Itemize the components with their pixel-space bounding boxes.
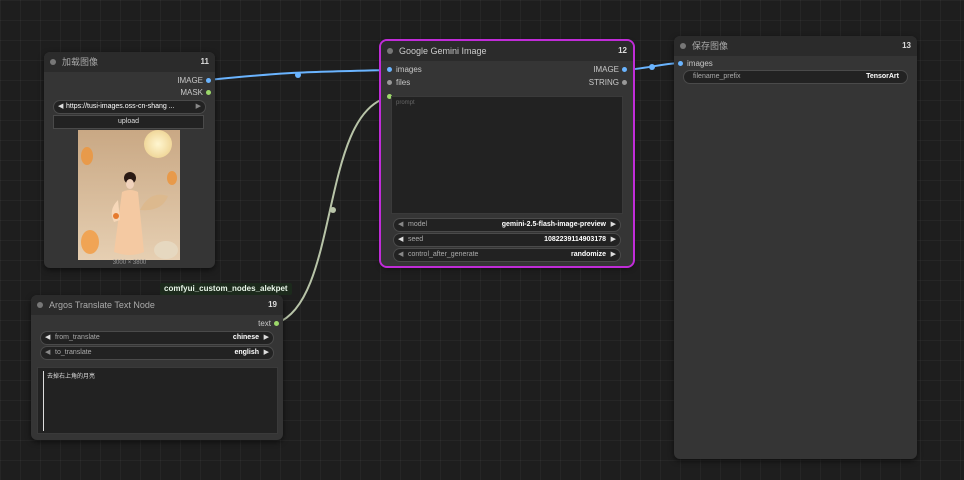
input-pin-icon[interactable] <box>387 80 392 85</box>
gemini-image-node[interactable]: Google Gemini Image 12 images files IMAG… <box>379 39 635 268</box>
arrow-left-icon[interactable]: ◀ <box>398 234 403 246</box>
control-value: randomize <box>570 251 606 258</box>
arrow-left-icon[interactable]: ◀ <box>45 347 50 359</box>
seed-widget[interactable]: ◀ seed 1082239114903178 ▶ <box>393 233 621 247</box>
image-select-widget[interactable]: ◀ https://tusi-images.oss-cn-shang ... ▶ <box>53 100 206 114</box>
output-string[interactable]: STRING <box>589 78 627 88</box>
control-label: control_after_generate <box>408 251 479 258</box>
model-label: model <box>408 221 428 228</box>
image-preview-art <box>78 130 180 260</box>
link-text-to-prompt[interactable] <box>276 96 391 324</box>
input-images[interactable]: images <box>678 59 713 69</box>
arrow-left-icon[interactable]: ◀ <box>45 332 50 344</box>
link-midpoint-2[interactable] <box>649 64 655 70</box>
save-image-title: 保存图像 <box>692 41 729 51</box>
output-image[interactable]: IMAGE <box>593 65 627 75</box>
upload-button[interactable]: upload <box>53 115 204 129</box>
image-preview <box>78 130 180 260</box>
output-pin-icon[interactable] <box>622 67 627 72</box>
output-pin-icon[interactable] <box>206 78 211 83</box>
to-translate-value: english <box>234 349 259 356</box>
gemini-titlebar[interactable]: Google Gemini Image 12 <box>381 41 633 61</box>
argos-translate-node[interactable]: Argos Translate Text Node 19 text ◀ from… <box>31 295 283 440</box>
seed-label: seed <box>408 236 424 243</box>
output-text[interactable]: text <box>258 319 279 329</box>
arrow-right-icon[interactable]: ▶ <box>264 347 269 359</box>
translate-titlebar[interactable]: Argos Translate Text Node 19 <box>31 295 283 315</box>
output-pin-icon[interactable] <box>622 80 627 85</box>
filename-prefix-value: TensorArt <box>866 73 899 80</box>
arrow-right-icon[interactable]: ▶ <box>196 101 201 113</box>
save-image-node[interactable]: 保存图像 13 images filename_prefix TensorArt <box>674 36 917 459</box>
from-translate-value: chinese <box>232 334 259 341</box>
arrow-right-icon[interactable]: ▶ <box>264 332 269 344</box>
translate-text-input[interactable]: 去掉右上角的月亮 <box>37 367 278 434</box>
translate-title: Argos Translate Text Node <box>49 300 155 310</box>
image-dimensions: 3000 × 3800 <box>112 260 147 266</box>
link-midpoint-1[interactable] <box>295 72 301 78</box>
arrow-right-icon[interactable]: ▶ <box>611 249 616 261</box>
link-image-to-gemini[interactable] <box>207 69 390 81</box>
arrow-left-icon[interactable]: ◀ <box>398 219 403 231</box>
arrow-left-icon[interactable]: ◀ <box>58 101 63 113</box>
image-select-value: https://tusi-images.oss-cn-shang ... <box>66 103 175 110</box>
collapse-dot-icon[interactable] <box>50 59 56 65</box>
collapse-dot-icon[interactable] <box>680 43 686 49</box>
node-id: 19 <box>268 300 277 309</box>
link-midpoint-3[interactable] <box>330 207 336 213</box>
translate-text-value: 去掉右上角的月亮 <box>47 374 96 380</box>
input-pin-icon[interactable] <box>387 67 392 72</box>
arrow-right-icon[interactable]: ▶ <box>611 234 616 246</box>
output-image[interactable]: IMAGE <box>177 76 211 86</box>
input-images[interactable]: images <box>387 65 422 75</box>
from-translate-label: from_translate <box>55 334 100 341</box>
model-widget[interactable]: ◀ model gemini-2.5-flash-image-preview ▶ <box>393 218 621 232</box>
collapse-dot-icon[interactable] <box>37 302 43 308</box>
to-translate-label: to_translate <box>55 349 92 356</box>
arrow-left-icon[interactable]: ◀ <box>398 249 403 261</box>
seed-value: 1082239114903178 <box>544 236 606 243</box>
arrow-right-icon[interactable]: ▶ <box>611 219 616 231</box>
prompt-textarea[interactable]: prompt <box>391 96 623 214</box>
text-caret <box>43 371 44 431</box>
from-translate-widget[interactable]: ◀ from_translate chinese ▶ <box>40 331 274 345</box>
collapse-dot-icon[interactable] <box>387 48 393 54</box>
node-id: 13 <box>902 41 911 50</box>
input-files[interactable]: files <box>387 78 410 88</box>
output-mask[interactable]: MASK <box>180 88 211 98</box>
control-after-generate-widget[interactable]: ◀ control_after_generate randomize ▶ <box>393 248 621 262</box>
filename-prefix-widget[interactable]: filename_prefix TensorArt <box>683 70 908 84</box>
link-gemini-to-save[interactable] <box>624 62 681 71</box>
output-pin-icon[interactable] <box>206 90 211 95</box>
node-id: 11 <box>200 57 209 66</box>
gemini-title: Google Gemini Image <box>399 46 487 56</box>
to-translate-widget[interactable]: ◀ to_translate english ▶ <box>40 346 274 360</box>
input-pin-icon[interactable] <box>678 61 683 66</box>
node-id: 12 <box>618 46 627 55</box>
filename-prefix-label: filename_prefix <box>693 73 741 80</box>
load-image-node[interactable]: 加载图像 11 IMAGE MASK ◀ https://tusi-images… <box>44 52 215 268</box>
load-image-title: 加载图像 <box>62 57 99 67</box>
save-image-titlebar[interactable]: 保存图像 13 <box>674 36 917 56</box>
load-image-titlebar[interactable]: 加载图像 11 <box>44 52 215 72</box>
model-value: gemini-2.5-flash-image-preview <box>501 221 606 228</box>
custom-node-pack-badge: comfyui_custom_nodes_alekpet <box>160 283 292 295</box>
output-pin-icon[interactable] <box>274 321 279 326</box>
